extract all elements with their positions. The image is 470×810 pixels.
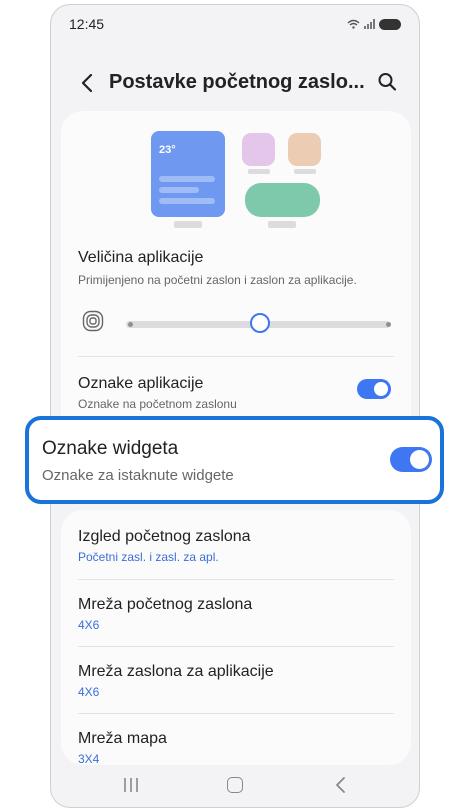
navigation-bar xyxy=(51,763,419,807)
preview-label-bar xyxy=(174,221,202,228)
app-size-subtitle: Primijenjeno na početni zaslon i zaslon … xyxy=(78,273,357,287)
wifi-icon xyxy=(347,19,360,29)
app-size-icon xyxy=(82,310,104,332)
list-item-value: 4X6 xyxy=(78,618,100,632)
preview-green-widget xyxy=(245,183,320,217)
slider-step-dot xyxy=(386,322,391,327)
nav-back-icon[interactable] xyxy=(334,776,346,794)
phone-frame: 12:45 Postavke početnog zaslo... 23° Vel… xyxy=(50,4,420,808)
divider xyxy=(78,646,394,647)
status-time: 12:45 xyxy=(69,16,105,32)
list-item-value: 4X6 xyxy=(78,685,100,699)
widget-labels-subtitle: Oznake za istaknute widgete xyxy=(42,467,234,484)
preview-label-bar xyxy=(268,221,296,228)
preview-weather-widget: 23° xyxy=(151,131,225,217)
page-title: Postavke početnog zaslo... xyxy=(109,71,365,93)
app-labels-title: Oznake aplikacije xyxy=(78,375,204,392)
divider xyxy=(78,579,394,580)
search-icon[interactable] xyxy=(377,71,397,93)
toggle-knob xyxy=(374,382,388,396)
widget-labels-toggle[interactable] xyxy=(390,447,432,472)
toggle-knob xyxy=(410,450,429,469)
widget-labels-setting[interactable]: Oznake widgeta Oznake za istaknute widge… xyxy=(25,416,444,504)
list-item-title: Mreža početnog zaslona xyxy=(78,596,253,613)
layout-settings-card: Izgled početnog zaslona Početni zasl. i … xyxy=(61,510,411,766)
divider xyxy=(78,713,394,714)
app-labels-toggle[interactable] xyxy=(357,379,391,399)
recent-apps-icon[interactable] xyxy=(123,777,139,793)
preview-peach-widget xyxy=(288,133,321,166)
status-icons xyxy=(347,18,401,30)
app-labels-subtitle: Oznake na početnom zaslonu xyxy=(78,397,237,411)
app-size-card: 23° Veličina aplikacije Primijenjeno na … xyxy=(61,111,411,451)
list-item-title: Mreža mapa xyxy=(78,730,167,747)
list-item-title: Mreža zaslona za aplikacije xyxy=(78,663,274,680)
slider-step-dot xyxy=(128,322,133,327)
signal-icon xyxy=(364,19,375,29)
app-size-title: Veličina aplikacije xyxy=(78,249,204,266)
preview-temperature: 23° xyxy=(159,144,176,156)
preview-label-bar xyxy=(248,169,270,174)
back-arrow-icon[interactable] xyxy=(77,71,99,95)
divider xyxy=(78,356,394,357)
slider-thumb[interactable] xyxy=(250,313,270,333)
preview-label-bar xyxy=(294,169,316,174)
list-item-title: Izgled početnog zaslona xyxy=(78,528,251,545)
widget-labels-title: Oznake widgeta xyxy=(42,438,179,459)
header: Postavke početnog zaslo... xyxy=(51,63,419,103)
preview-purple-widget xyxy=(242,133,275,166)
home-icon[interactable] xyxy=(227,777,243,793)
battery-icon xyxy=(379,18,401,30)
status-bar: 12:45 xyxy=(69,13,401,35)
list-item-value: Početni zasl. i zasl. za apl. xyxy=(78,550,219,564)
